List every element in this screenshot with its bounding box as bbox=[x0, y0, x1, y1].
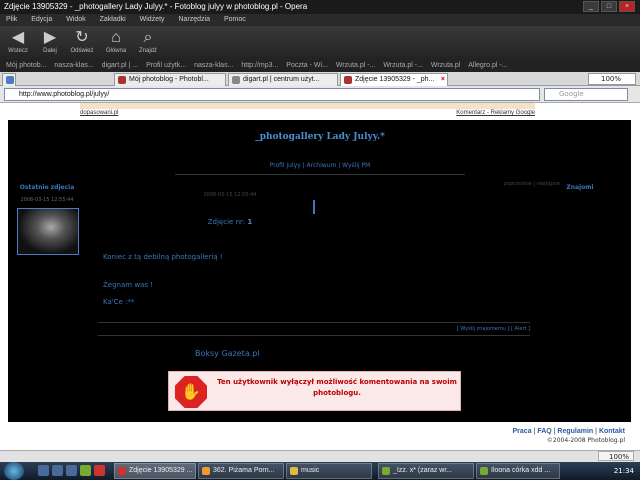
post-line: Żegnam was ! bbox=[103, 281, 154, 289]
tab-digart[interactable]: digart.pl | centrum użyt... bbox=[228, 73, 338, 86]
clock[interactable]: 21:34 bbox=[614, 467, 634, 475]
blog-title[interactable]: _photogallery Lady Julyy.* bbox=[180, 132, 460, 142]
post-line: Koniec z tą debilną photogallerią ! bbox=[103, 253, 223, 261]
window-title-bar: Zdjęcie 13905329 - _photogallery Lady Ju… bbox=[0, 0, 640, 14]
footer-links: Praca | FAQ | Regulamin | Kontakt bbox=[512, 428, 625, 435]
bookmark-item[interactable]: Wrzuta.pl -... bbox=[383, 62, 423, 69]
bookmark-item[interactable]: Profil użytk... bbox=[146, 62, 186, 69]
photo-number: Zdjęcie nr: 1 bbox=[207, 218, 253, 226]
taskbar-item[interactable]: Zdjęcie 13905329 ... bbox=[114, 463, 196, 479]
address-field[interactable]: http://www.photoblog.pl/julyy/ bbox=[4, 88, 540, 101]
prev-next-links[interactable]: poprzednie | następne bbox=[440, 181, 560, 187]
navigation-toolbar: ◀ Wstecz ▶ Dalej ↻ Odśwież ⌂ Główna ⌕ Znajdź bbox=[0, 26, 640, 60]
close-button[interactable]: × bbox=[619, 1, 635, 12]
menu-edit[interactable]: Edycja bbox=[31, 16, 52, 23]
back-arrow-icon: ◀ bbox=[11, 29, 25, 46]
favicon-icon bbox=[344, 76, 352, 84]
bookmark-item[interactable]: Allegro.pl -... bbox=[468, 62, 507, 69]
bookmark-item[interactable]: digart.pl | ... bbox=[102, 62, 138, 69]
copyright: ©2004-2008 Photoblog.pl bbox=[546, 437, 625, 444]
status-bar bbox=[0, 450, 640, 462]
taskbar-item[interactable]: 362. Piżama Porn... bbox=[198, 463, 284, 479]
ad-banner bbox=[80, 103, 535, 109]
divider bbox=[98, 322, 530, 323]
chat-icon bbox=[382, 467, 390, 475]
ad-row: dopasowani.pl Komentarz - Reklamy Google bbox=[80, 110, 535, 118]
profile-nav[interactable]: Profil julyy | Archiwum | Wyślij PM bbox=[180, 162, 460, 169]
share-links[interactable]: [ Wyślij znajomemu ] [ Alert ] bbox=[380, 326, 530, 332]
bookmark-item[interactable]: nasza-klas... bbox=[194, 62, 233, 69]
opera-icon bbox=[118, 467, 126, 475]
find-button[interactable]: ⌕ Znajdź bbox=[132, 28, 164, 58]
search-icon: ⌕ bbox=[143, 29, 153, 46]
post-line: Ka'Ce :** bbox=[103, 298, 135, 306]
divider bbox=[98, 335, 530, 336]
menu-view[interactable]: Widok bbox=[66, 16, 85, 23]
media-icon bbox=[202, 467, 210, 475]
chat-icon bbox=[480, 467, 488, 475]
tab-photoblog[interactable]: Mój photoblog - Photobl... bbox=[114, 73, 226, 86]
footer-link-kontakt[interactable]: Kontakt bbox=[599, 428, 625, 435]
menu-help[interactable]: Pomoc bbox=[224, 16, 246, 23]
boksy-link[interactable]: Boksy Gazeta.pl bbox=[195, 349, 315, 358]
close-tab-icon[interactable]: × bbox=[441, 74, 445, 86]
reload-button[interactable]: ↻ Odśwież bbox=[66, 28, 98, 58]
google-ads-link[interactable]: Komentarz - Reklamy Google bbox=[456, 110, 535, 116]
menu-tools[interactable]: Narzędzia bbox=[179, 16, 211, 23]
bookmarks-bar: Mój photob... nasza-klas... digart.pl | … bbox=[0, 60, 640, 72]
start-button[interactable] bbox=[4, 462, 24, 480]
maximize-button[interactable]: □ bbox=[601, 1, 617, 12]
home-icon: ⌂ bbox=[111, 29, 121, 46]
bookmark-item[interactable]: Wrzuta.pl -... bbox=[336, 62, 376, 69]
zoom-control-bottom[interactable]: 100% bbox=[598, 451, 634, 461]
sidebar-date: 2008-03-15 12:55:44 bbox=[20, 197, 74, 203]
menu-widgets[interactable]: Widżety bbox=[140, 16, 165, 23]
quicklaunch-icon[interactable] bbox=[66, 465, 77, 476]
photo[interactable] bbox=[313, 200, 315, 214]
quicklaunch-icon[interactable] bbox=[52, 465, 63, 476]
back-button[interactable]: ◀ Wstecz bbox=[2, 28, 34, 58]
tab-current-photo[interactable]: Zdjęcie 13905329 - _ph... × bbox=[340, 73, 448, 86]
forward-button[interactable]: ▶ Dalej bbox=[34, 28, 66, 58]
taskbar-item[interactable]: music bbox=[286, 463, 372, 479]
notice-text: Ten użytkownik wyłączył możliwość koment… bbox=[217, 378, 457, 397]
bookmark-item[interactable]: http://mp3... bbox=[241, 62, 278, 69]
zoom-control[interactable]: 100% bbox=[588, 73, 636, 85]
quicklaunch-icon[interactable] bbox=[80, 465, 91, 476]
forward-arrow-icon: ▶ bbox=[43, 29, 57, 46]
recent-photo-thumbnail[interactable] bbox=[17, 208, 79, 255]
menu-file[interactable]: Plik bbox=[6, 16, 17, 23]
bookmark-item[interactable]: nasza-klas... bbox=[54, 62, 93, 69]
footer-link-faq[interactable]: FAQ bbox=[537, 428, 551, 435]
menu-bookmarks[interactable]: Zakładki bbox=[100, 16, 126, 23]
folder-icon bbox=[290, 467, 298, 475]
sidebar-title: Ostatnie zdjecia bbox=[19, 184, 75, 191]
bookmark-item[interactable]: Mój photob... bbox=[6, 62, 46, 69]
window-title: Zdjęcie 13905329 - _photogallery Lady Ju… bbox=[4, 2, 308, 11]
taskbar-item[interactable]: Iloona córka xdd ... bbox=[476, 463, 560, 479]
bookmark-item[interactable]: Poczta - Wi... bbox=[286, 62, 328, 69]
footer-link-regulamin[interactable]: Regulamin bbox=[557, 428, 593, 435]
favicon-icon bbox=[232, 76, 240, 84]
taskbar-item[interactable]: _Izz. x* (zaraz wr... bbox=[378, 463, 474, 479]
opera-menu-icon[interactable] bbox=[2, 73, 16, 86]
bookmark-item[interactable]: Wrzuta.pl bbox=[431, 62, 460, 69]
menu-bar: Plik Edycja Widok Zakładki Widżety Narzę… bbox=[0, 14, 640, 26]
tab-bar: Mój photoblog - Photobl... digart.pl | c… bbox=[0, 72, 640, 86]
minimize-button[interactable]: _ bbox=[583, 1, 599, 12]
home-button[interactable]: ⌂ Główna bbox=[100, 28, 132, 58]
comments-disabled-notice: ✋ Ten użytkownik wyłączył możliwość kome… bbox=[168, 371, 461, 411]
divider bbox=[175, 174, 465, 175]
quicklaunch-icon[interactable] bbox=[94, 465, 105, 476]
footer-link-praca[interactable]: Praca bbox=[513, 428, 532, 435]
reload-icon: ↻ bbox=[75, 29, 89, 46]
system-tray: 21:34 bbox=[560, 462, 640, 480]
friends-title: Znajomi bbox=[566, 184, 594, 191]
search-field[interactable]: Google bbox=[544, 88, 628, 101]
ad-link[interactable]: dopasowani.pl bbox=[80, 110, 118, 116]
stop-hand-icon: ✋ bbox=[175, 376, 207, 408]
quicklaunch-icon[interactable] bbox=[38, 465, 49, 476]
favicon-icon bbox=[118, 76, 126, 84]
post-date: 2008-03-15 12:55:44 bbox=[203, 192, 257, 198]
